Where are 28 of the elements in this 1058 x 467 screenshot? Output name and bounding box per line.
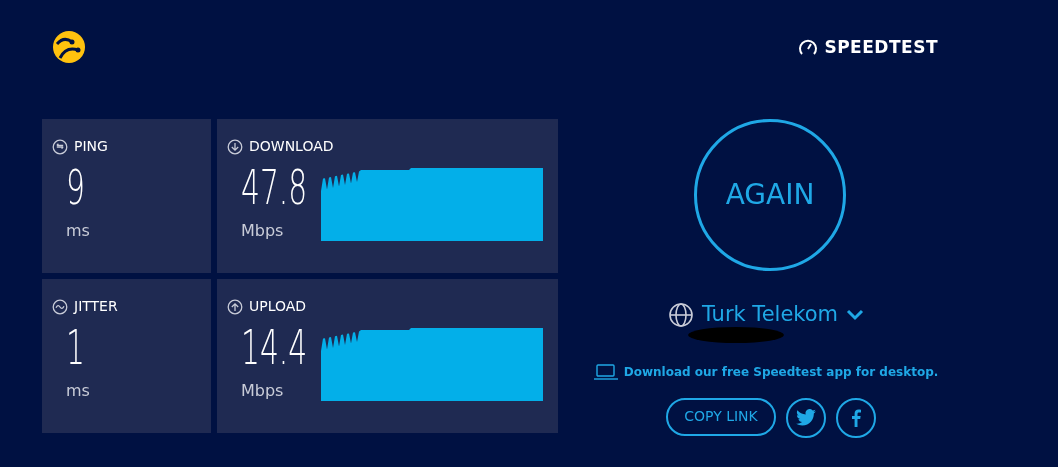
gauge-icon (798, 38, 819, 56)
twitter-button[interactable] (785, 397, 826, 438)
globe-icon (667, 301, 694, 328)
logo-icon (52, 30, 86, 64)
laptop-icon (593, 363, 618, 380)
metric-unit: ms (66, 220, 91, 242)
metric-value: 9 (66, 163, 85, 211)
metric-label: JITTER (74, 299, 118, 315)
metric-value: 1 (66, 323, 85, 371)
metric-label: PING (74, 139, 108, 155)
speedtest-logo[interactable]: SPEEDTEST (798, 37, 938, 57)
metric-unit: Mbps (241, 220, 285, 242)
metric-label: DOWNLOAD (249, 139, 334, 155)
copy-link-button[interactable]: COPY LINK (666, 397, 776, 436)
again-button[interactable]: AGAIN (694, 119, 846, 271)
facebook-f-icon (850, 408, 861, 427)
ping-icon (52, 139, 68, 155)
metric-value: 47.8 (241, 163, 308, 211)
wave-icon (52, 299, 68, 315)
metric-unit: ms (66, 380, 91, 402)
chevron-down-icon[interactable] (846, 308, 865, 321)
metric-label: UPLOAD (249, 299, 307, 315)
provider-name[interactable]: Turk Telekom (701, 299, 839, 331)
bird-icon (794, 408, 817, 427)
app-download-link[interactable]: Download our free Speedtest app for desktop. (623, 362, 939, 381)
metric-value: 14.4 (241, 323, 308, 371)
facebook-button[interactable] (835, 397, 876, 438)
metric-unit: Mbps (241, 380, 285, 402)
